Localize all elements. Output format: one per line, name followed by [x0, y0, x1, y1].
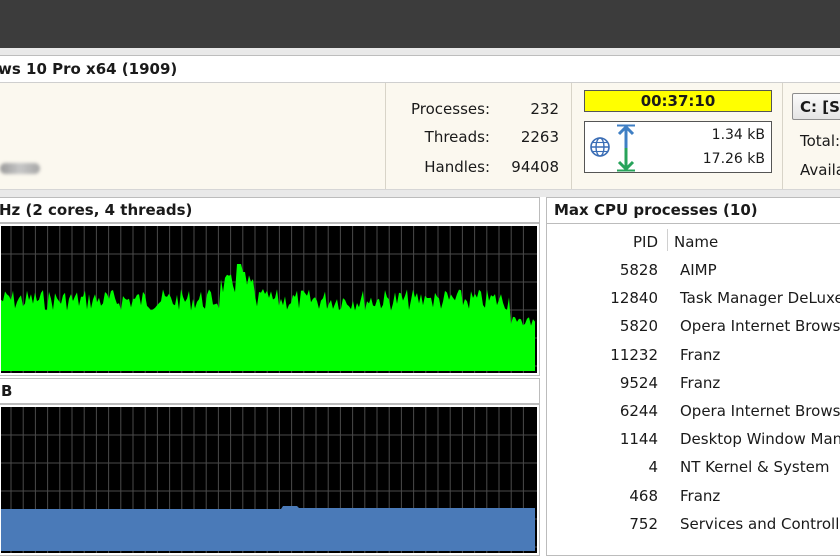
- drive-total-label: Total:: [800, 132, 840, 150]
- cpu-panel-header: Hz (2 cores, 4 threads): [0, 197, 540, 223]
- process-pid: 752: [629, 514, 658, 533]
- handles-label: Handles:: [424, 158, 490, 176]
- memory-panel-header: B: [0, 378, 540, 404]
- max-cpu-processes-header: Max CPU processes (10): [546, 197, 840, 224]
- process-name: Task Manager DeLuxe: [680, 289, 840, 308]
- download-arrow-icon: [617, 148, 635, 172]
- processes-label: Processes:: [411, 100, 490, 118]
- process-name: Franz: [680, 486, 721, 505]
- process-name: Opera Internet Brows: [680, 402, 840, 420]
- section-separator: [0, 190, 840, 197]
- process-name: NT Kernel & System: [680, 458, 830, 477]
- network-traffic-box: 1.34 kB 17.26 kB: [584, 121, 772, 173]
- process-name: Franz: [680, 345, 721, 364]
- process-pid: 12840: [610, 289, 658, 308]
- download-rate: 17.26 kB: [702, 151, 765, 167]
- process-name: Services and Controlle: [680, 514, 840, 533]
- drive-available-label: Availa: [800, 161, 840, 179]
- cpu-graph-frame: [0, 223, 540, 376]
- cpu-panel-title: Hz (2 cores, 4 threads): [0, 201, 193, 219]
- process-pid: 1144: [619, 430, 658, 449]
- process-pid: 9524: [619, 373, 658, 392]
- process-name: Franz: [680, 373, 721, 392]
- drive-c-button[interactable]: C: [S: [792, 93, 840, 120]
- top-gap: [0, 48, 840, 55]
- process-pid: 5828: [619, 261, 658, 279]
- threads-label: Threads:: [424, 128, 490, 146]
- process-name: Opera Internet Brows: [680, 317, 840, 336]
- os-title: ws 10 Pro x64 (1909): [0, 60, 178, 78]
- blurred-computer-name: [0, 163, 40, 174]
- drive-c-label: C: [S: [800, 98, 840, 116]
- max-cpu-processes-table[interactable]: PID Name 5828 AIMP 12840 Task Manager DeLux…: [546, 224, 840, 556]
- threads-value: 2263: [520, 128, 559, 146]
- divider: [385, 83, 386, 189]
- process-pid: 5820: [619, 317, 658, 336]
- usage-area: [1, 506, 535, 551]
- window-title-bar: [0, 0, 840, 48]
- process-pid: 11232: [610, 345, 658, 364]
- cpu-usage-graph: [1, 226, 537, 373]
- process-pid: 468: [629, 486, 658, 505]
- column-divider: [667, 229, 668, 251]
- process-pid: 6244: [619, 402, 658, 420]
- globe-icon: [590, 137, 610, 157]
- memory-panel-title: B: [1, 382, 13, 400]
- uptime-display: 00:37:10: [584, 90, 772, 112]
- divider: [782, 83, 783, 189]
- system-summary-panel: Processes: 232 Threads: 2263 Handles: 94…: [0, 83, 840, 190]
- upload-arrow-icon: [617, 124, 635, 148]
- process-name: AIMP: [680, 261, 717, 279]
- divider: [571, 83, 572, 189]
- column-header-pid[interactable]: PID: [547, 233, 658, 251]
- max-cpu-processes-title: Max CPU processes (10): [554, 201, 758, 219]
- process-pid: 4: [648, 458, 658, 477]
- handles-value: 94408: [511, 158, 559, 176]
- processes-value: 232: [530, 100, 559, 118]
- column-header-name[interactable]: Name: [674, 233, 718, 251]
- memory-usage-graph: [1, 407, 537, 553]
- upload-rate: 1.34 kB: [711, 127, 765, 143]
- memory-graph-frame: [0, 404, 540, 556]
- process-name: Desktop Window Man: [680, 430, 840, 449]
- system-info-header: ws 10 Pro x64 (1909): [0, 55, 840, 83]
